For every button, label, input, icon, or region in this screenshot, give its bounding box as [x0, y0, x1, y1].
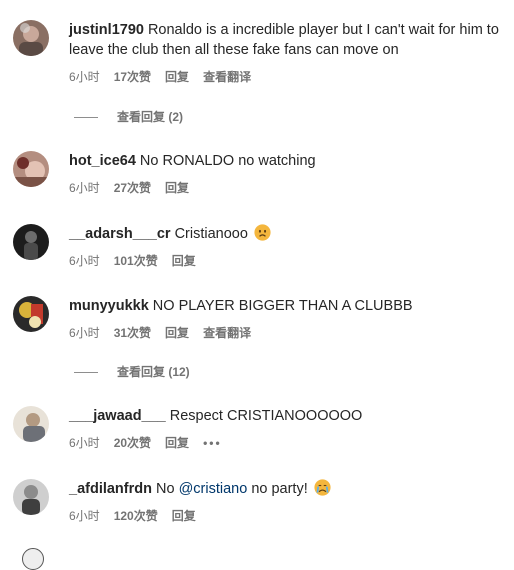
comment-meta: 6小时 17次赞 回复 查看翻译	[69, 69, 504, 85]
comment-text-after: no party!	[251, 481, 308, 497]
replies-dash	[74, 117, 98, 119]
comment-time: 6小时	[69, 70, 100, 84]
avatar[interactable]	[13, 296, 49, 332]
reply-button[interactable]: 回复	[165, 180, 189, 196]
comment-text: NO PLAYER BIGGER THAN A CLUBBB	[152, 298, 413, 314]
view-replies-label: 查看回复 (2)	[117, 110, 184, 124]
view-replies-button[interactable]: 查看回复 (2)	[74, 109, 183, 125]
reply-button[interactable]: 回复	[172, 253, 196, 269]
comment-time: 6小时	[69, 509, 100, 523]
comment-text-line: munyyukkk NO PLAYER BIGGER THAN A CLUBBB	[69, 296, 504, 316]
comment-meta: 6小时 120次赞 回复	[69, 508, 504, 524]
avatar[interactable]	[13, 406, 49, 442]
comment-likes[interactable]: 17次赞	[114, 69, 151, 85]
translate-button[interactable]: 查看翻译	[203, 69, 251, 85]
comment-text: Cristianooo	[174, 226, 248, 242]
comment-username[interactable]: justinl1790	[69, 22, 144, 38]
avatar[interactable]	[22, 548, 44, 570]
avatar[interactable]	[13, 151, 49, 187]
comment-likes[interactable]: 31次赞	[114, 325, 151, 341]
comment-text: No RONALDO no watching	[139, 153, 316, 169]
comment-likes[interactable]: 101次赞	[114, 253, 158, 269]
comment-meta: 6小时 31次赞 回复 查看翻译	[69, 325, 504, 341]
comment-meta: 6小时 101次赞 回复	[69, 253, 504, 269]
comment-likes[interactable]: 120次赞	[114, 508, 158, 524]
comment-text: Respect CRISTIANOOOOOO	[169, 408, 363, 424]
reply-button[interactable]: 回复	[172, 508, 196, 524]
view-replies-button[interactable]: 查看回复 (12)	[74, 364, 190, 380]
comment-username[interactable]: __adarsh___cr	[69, 226, 171, 242]
comment-username[interactable]: _afdilanfrdn	[69, 481, 152, 497]
reply-button[interactable]: 回复	[165, 69, 189, 85]
comment-meta: 6小时 27次赞 回复	[69, 180, 504, 196]
avatar[interactable]	[13, 479, 49, 515]
comment-text-before: No	[155, 481, 175, 497]
comment-text-line: _afdilanfrdn No @cristiano no party!	[69, 479, 504, 499]
comment-time: 6小时	[69, 326, 100, 340]
reply-button[interactable]: 回复	[165, 435, 189, 451]
comment-meta: 6小时 20次赞 回复 •••	[69, 435, 504, 451]
translate-button[interactable]: 查看翻译	[203, 325, 251, 341]
more-options-icon[interactable]: •••	[203, 435, 222, 451]
comment-time: 6小时	[69, 181, 100, 195]
comment-username[interactable]: munyyukkk	[69, 298, 149, 314]
comment-username[interactable]: ___jawaad___	[69, 408, 166, 424]
comment-time: 6小时	[69, 436, 100, 450]
comment-text-line: hot_ice64 No RONALDO no watching	[69, 151, 504, 171]
mention-link[interactable]: @cristiano	[179, 481, 248, 497]
comment-time: 6小时	[69, 254, 100, 268]
comment-username[interactable]: hot_ice64	[69, 153, 136, 169]
reply-button[interactable]: 回复	[165, 325, 189, 341]
comment-text-line: justinl1790 Ronaldo is a incredible playe…	[69, 20, 504, 60]
comment-likes[interactable]: 20次赞	[114, 435, 151, 451]
crying-face-emoji	[314, 479, 331, 496]
comment-text-line: __adarsh___cr Cristianooo	[69, 224, 504, 244]
avatar[interactable]	[13, 20, 49, 56]
sad-face-emoji	[254, 224, 271, 241]
comment-likes[interactable]: 27次赞	[114, 180, 151, 196]
comment-text-line: ___jawaad___ Respect CRISTIANOOOOOO	[69, 406, 504, 426]
avatar[interactable]	[13, 224, 49, 260]
view-replies-label: 查看回复 (12)	[117, 365, 190, 379]
replies-dash	[74, 372, 98, 374]
